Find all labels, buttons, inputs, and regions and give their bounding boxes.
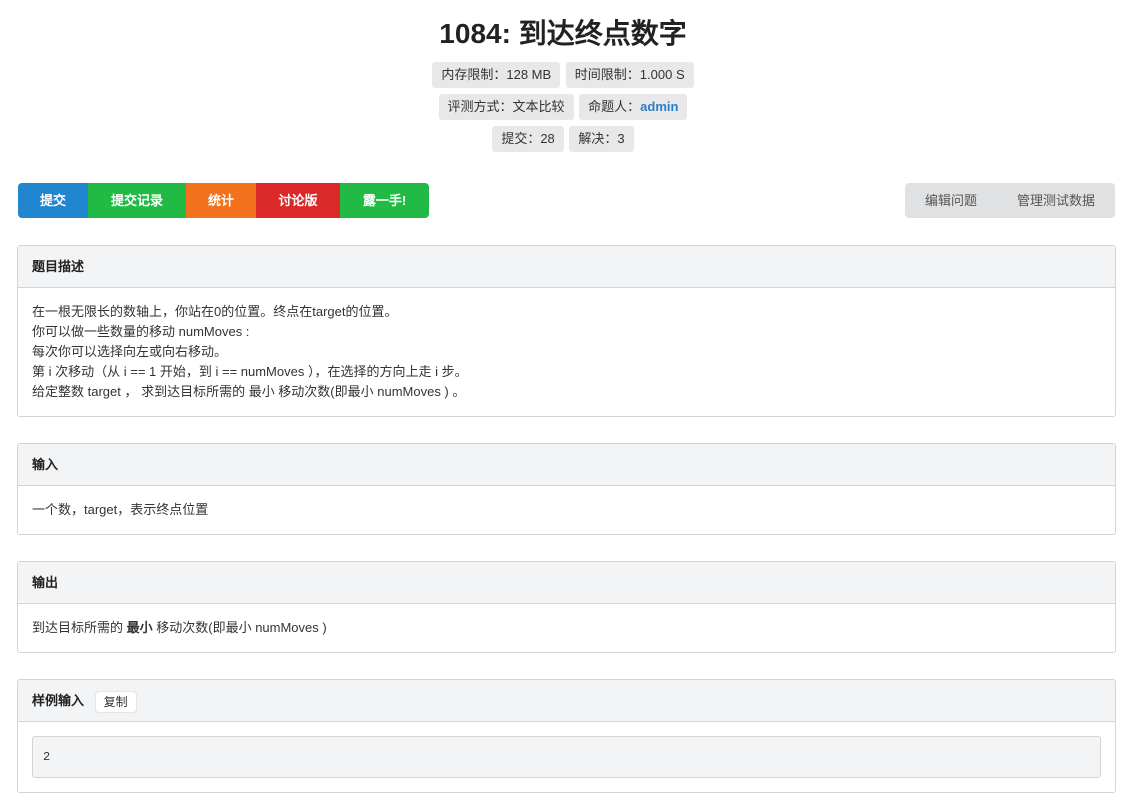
judge-mode-badge: 评测方式：文本比较	[438, 94, 574, 120]
edit-problem-button[interactable]: 编辑问题	[905, 183, 997, 218]
input-panel: 输入 一个数，target，表示终点位置	[17, 443, 1116, 535]
admin-actions: 编辑问题 管理测试数据	[904, 183, 1115, 218]
manage-test-data-button[interactable]: 管理测试数据	[997, 183, 1115, 218]
sample-input-title: 样例输入	[32, 693, 85, 708]
submissions-badge: 提交：28	[492, 126, 564, 152]
forum-button[interactable]: 讨论版	[256, 183, 340, 218]
output-text-prefix: 到达目标所需的	[32, 620, 127, 635]
description-line: 你可以做一些数量的移动 numMoves :	[32, 324, 250, 339]
author-badge: 命题人：admin	[579, 94, 688, 120]
copy-button[interactable]: 复制	[95, 691, 136, 712]
problem-page: 1084: 到达终点数字 内存限制：128 MB 时间限制：1.000 S 评测…	[0, 0, 1126, 808]
output-text-suffix: 移动次数(即最小 numMoves )	[152, 620, 327, 635]
memory-limit-badge: 内存限制：128 MB	[432, 62, 561, 88]
author-link[interactable]: admin	[640, 99, 678, 114]
description-panel: 题目描述 在一根无限长的数轴上，你站在0的位置。终点在target的位置。 你可…	[17, 245, 1116, 417]
sample-input-panel: 样例输入 复制 2	[17, 679, 1116, 793]
output-text-bold: 最小	[126, 620, 153, 635]
input-body: 一个数，target，表示终点位置	[32, 502, 209, 517]
author-label: 命题人：	[588, 99, 641, 114]
sample-input-code: 2	[32, 736, 1101, 778]
description-line: 给定整数 target ， 求到达目标所需的 最小 移动次数(即最小 numMo…	[32, 384, 466, 399]
problem-actions: 提交 提交记录 统计 讨论版 露一手!	[18, 183, 429, 218]
description-line: 每次你可以选择向左或向右移动。	[32, 344, 228, 359]
page-title: 1084: 到达终点数字	[439, 18, 687, 49]
description-line: 在一根无限长的数轴上，你站在0的位置。终点在target的位置。	[32, 304, 398, 319]
statistics-button[interactable]: 统计	[186, 183, 256, 218]
input-heading: 输入	[18, 444, 1115, 486]
solved-badge: 解决：3	[569, 126, 634, 152]
show-off-button[interactable]: 露一手!	[340, 183, 429, 218]
sample-input-heading: 样例输入 复制	[18, 680, 1115, 722]
submit-button[interactable]: 提交	[18, 183, 88, 218]
sample-input-body: 2	[18, 722, 1115, 792]
problem-meta: 内存限制：128 MB 时间限制：1.000 S 评测方式：文本比较 命题人：a…	[0, 62, 1126, 152]
description-heading: 题目描述	[18, 246, 1115, 288]
time-limit-badge: 时间限制：1.000 S	[565, 62, 694, 88]
description-line: 第 i 次移动（从 i == 1 开始，到 i == numMoves ），在选…	[32, 364, 468, 379]
output-heading: 输出	[18, 562, 1115, 604]
output-panel: 输出 到达目标所需的 最小 移动次数(即最小 numMoves )	[17, 561, 1116, 653]
description-body: 在一根无限长的数轴上，你站在0的位置。终点在target的位置。 你可以做一些数…	[18, 288, 1115, 416]
output-body: 到达目标所需的 最小 移动次数(即最小 numMoves )	[18, 604, 1115, 652]
submission-records-button[interactable]: 提交记录	[88, 183, 186, 218]
